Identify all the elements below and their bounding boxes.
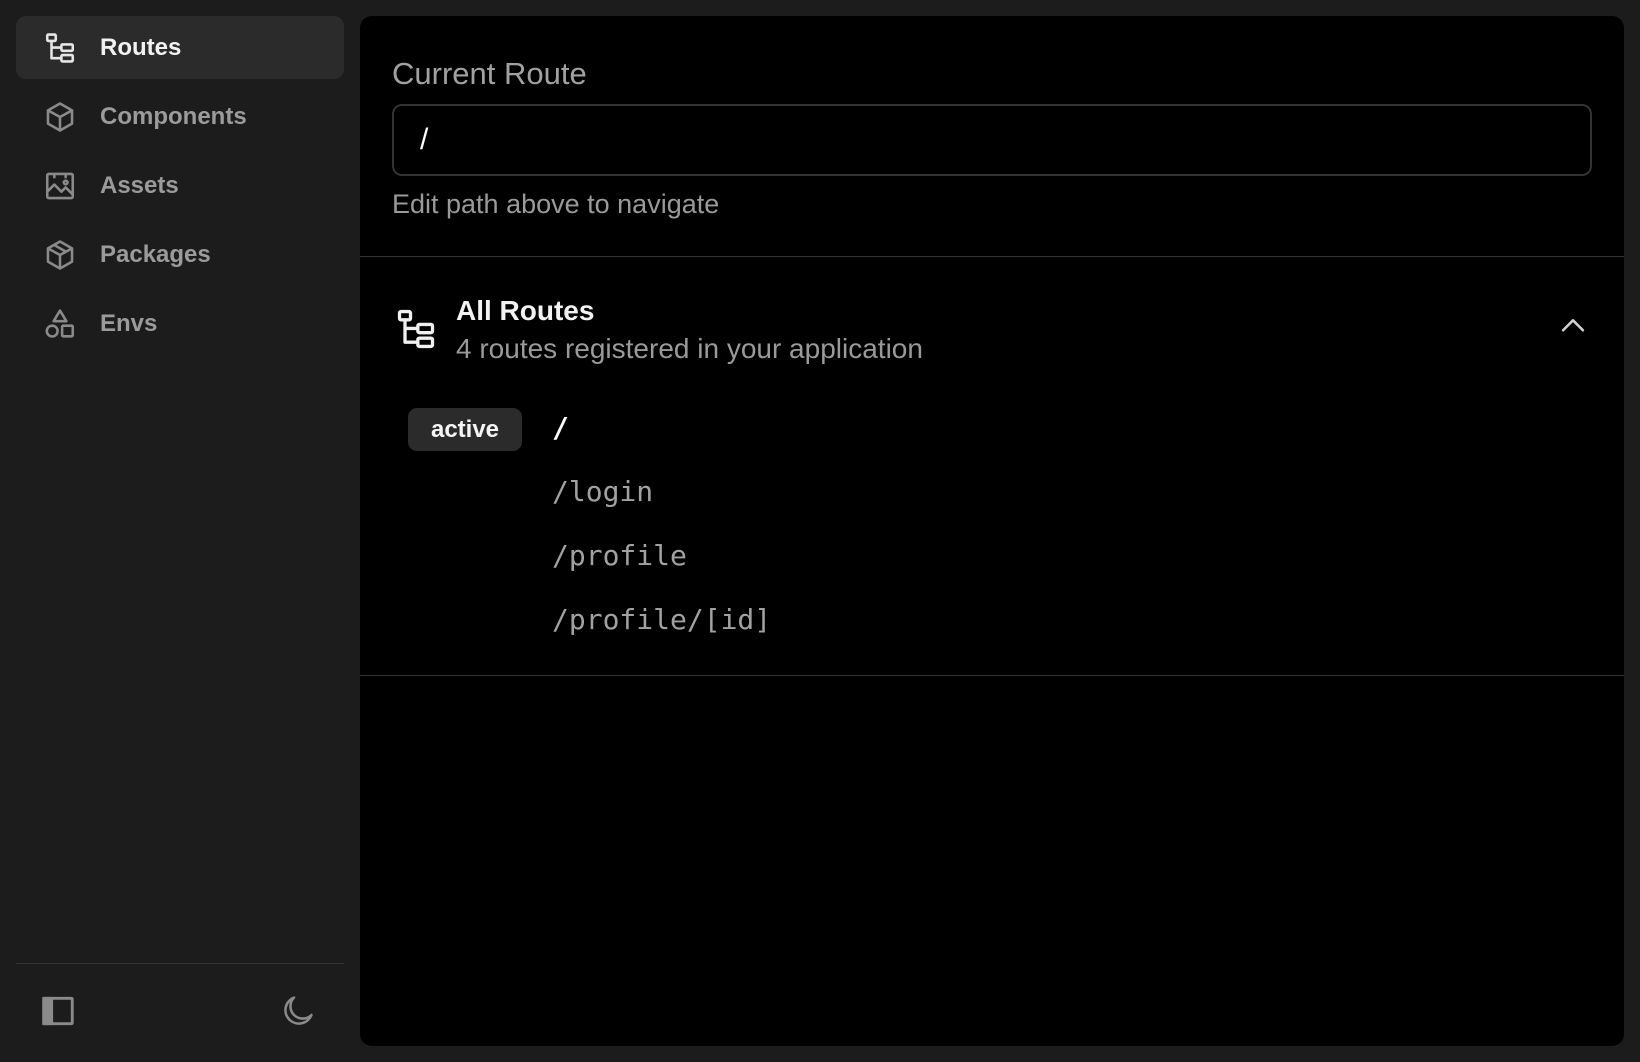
all-routes-title: All Routes [456, 295, 595, 326]
app-window: Routes Components Assets Packages Envs C… [0, 0, 1640, 1062]
sidebar-item-packages[interactable]: Packages [16, 223, 344, 286]
route-path: /login [552, 475, 654, 508]
active-badge: active [408, 408, 522, 451]
sidebar-item-assets[interactable]: Assets [16, 154, 344, 217]
package-icon [42, 237, 78, 273]
route-item[interactable]: /profile [360, 530, 1624, 586]
current-route-section: Current Route Edit path above to navigat… [360, 16, 1624, 257]
main-panel: Current Route Edit path above to navigat… [360, 16, 1624, 1046]
sidebar-item-label: Assets [100, 171, 179, 199]
sidebar-item-routes[interactable]: Routes [16, 16, 344, 79]
routes-tree-icon [42, 30, 78, 66]
route-path: /profile [552, 539, 687, 572]
sidebar-toggle-icon [39, 992, 77, 1035]
shapes-icon [42, 306, 78, 342]
sidebar-divider [16, 963, 344, 964]
sidebar-item-label: Components [100, 102, 247, 130]
sidebar-item-label: Routes [100, 33, 182, 61]
current-route-hint: Edit path above to navigate [392, 189, 720, 219]
box-icon [42, 99, 78, 135]
route-item[interactable]: /profile/[id] [360, 594, 1624, 650]
sidebar-item-envs[interactable]: Envs [16, 292, 344, 355]
sidebar-item-components[interactable]: Components [16, 85, 344, 148]
collapse-chevron-up-icon[interactable] [1556, 309, 1590, 343]
image-icon [42, 168, 78, 204]
all-routes-subtitle: 4 routes registered in your application [456, 333, 923, 364]
sidebar: Routes Components Assets Packages Envs [16, 16, 344, 1046]
moon-icon [279, 992, 317, 1035]
current-route-input[interactable] [392, 104, 1592, 176]
route-path: /profile/[id] [552, 603, 772, 636]
all-routes-section: All Routes 4 routes registered in your a… [360, 257, 1624, 676]
route-item[interactable]: active / [360, 402, 1624, 458]
route-path: / [552, 411, 569, 444]
routes-tree-icon [394, 307, 438, 351]
theme-toggle-button[interactable] [276, 991, 320, 1035]
sidebar-toggle-button[interactable] [36, 991, 80, 1035]
route-item[interactable]: /login [360, 466, 1624, 522]
sidebar-item-label: Envs [100, 309, 158, 337]
sidebar-item-label: Packages [100, 240, 211, 268]
current-route-label: Current Route [392, 56, 587, 91]
